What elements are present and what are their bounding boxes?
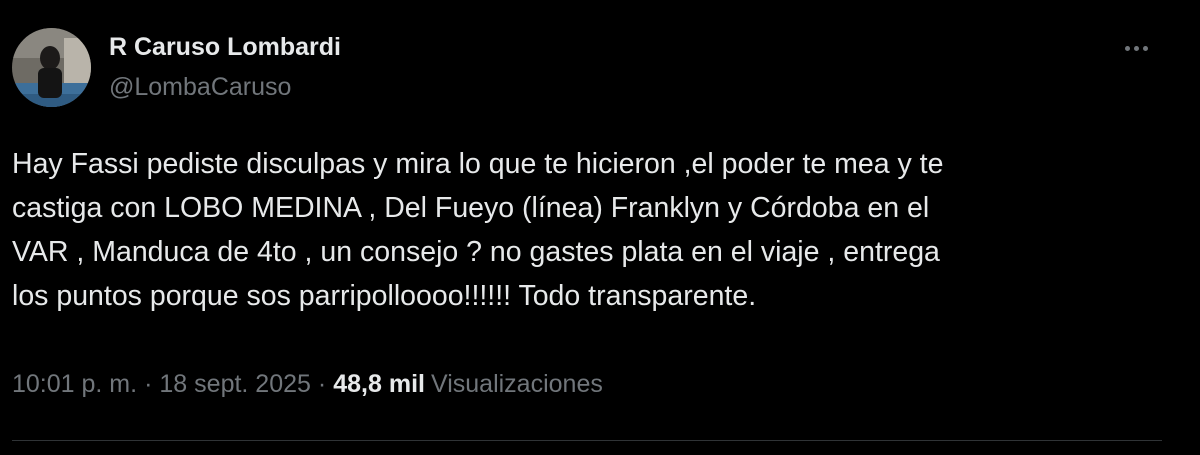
more-options-button[interactable] [1116,30,1156,66]
more-horizontal-icon [1133,45,1139,51]
more-horizontal-icon [1142,45,1148,51]
views-label: Visualizaciones [430,370,603,398]
divider [12,440,1162,441]
author-handle[interactable]: @LombaCaruso [109,73,291,102]
author-display-name[interactable]: R Caruso Lombardi [109,33,341,62]
more-horizontal-icon [1124,45,1130,51]
avatar-image [12,28,91,107]
meta-separator: · [317,370,327,398]
tweet-time[interactable]: 10:01 p. m. [12,370,137,399]
tweet-metadata: 10:01 p. m. · 18 sept. 2025 · 48,8 mil V… [12,370,603,399]
views-count[interactable]: 48,8 mil [333,370,425,399]
tweet-text: Hay Fassi pediste disculpas y mira lo qu… [12,148,944,312]
avatar[interactable] [12,28,91,107]
tweet-date[interactable]: 18 sept. 2025 [159,370,311,399]
tweet-card: R Caruso Lombardi @LombaCaruso Hay Fassi… [0,0,1200,455]
meta-separator: · [144,370,153,398]
